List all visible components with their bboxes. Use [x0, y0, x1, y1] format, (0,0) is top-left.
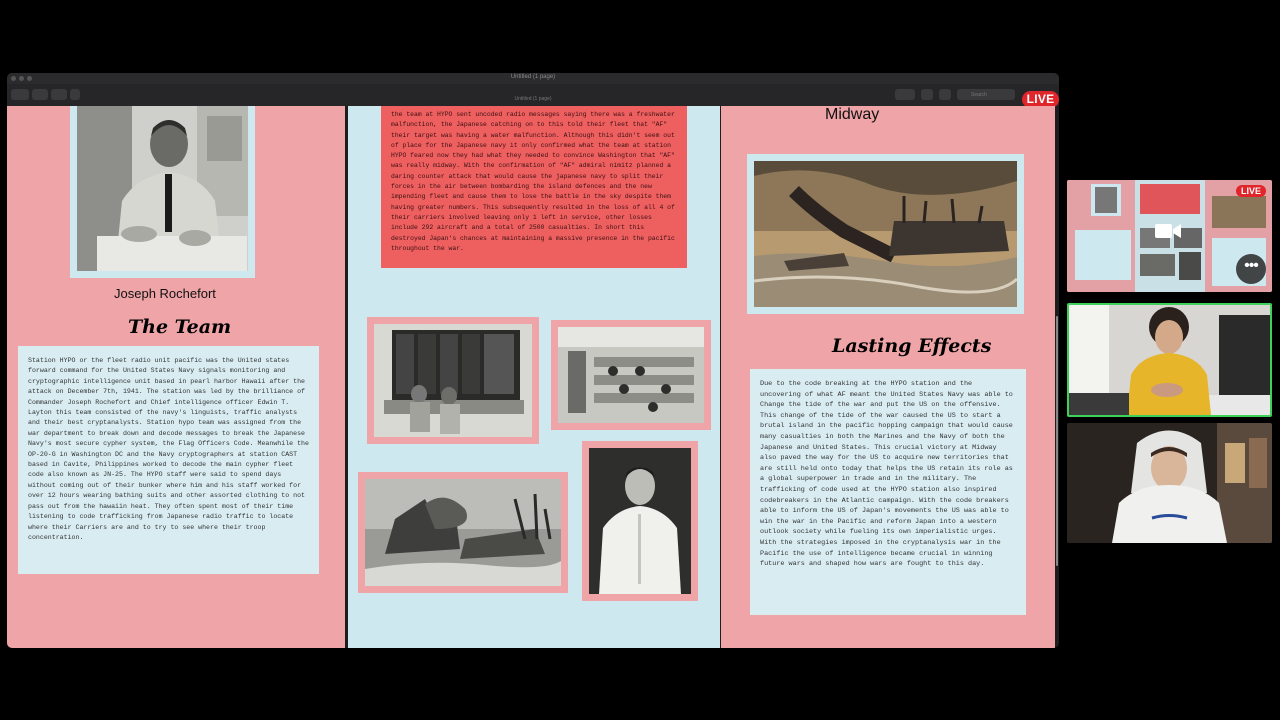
- middle-panel: the team at HYPO sent uncoded radio mess…: [348, 106, 720, 648]
- midway-story-box: the team at HYPO sent uncoded radio mess…: [381, 106, 687, 268]
- page-scrollbar[interactable]: [1056, 316, 1058, 566]
- left-panel: Joseph Rochefort The Team Station HYPO o…: [7, 106, 345, 648]
- decoding-office-photo: [558, 327, 704, 423]
- participant-yellow-hoodie-video: [1069, 305, 1270, 415]
- more-options-button[interactable]: •••: [1236, 254, 1266, 284]
- lasting-effects-heading: Lasting Effects: [832, 335, 992, 357]
- team-text-box: Station HYPO or the fleet radio unit pac…: [18, 346, 319, 574]
- title-bar: Untitled (1 page): [7, 73, 1059, 84]
- team-heading: The Team: [128, 316, 232, 338]
- pearl-harbor-photo: [365, 479, 561, 586]
- markup-button[interactable]: [895, 89, 915, 100]
- toolbar: Untitled (1 page) Search LIVE: [7, 84, 1059, 108]
- rochefort-portrait-frame: [70, 106, 255, 278]
- rotate-button[interactable]: [921, 89, 933, 100]
- participant-video-2[interactable]: [1067, 423, 1272, 543]
- radio-room-photo-frame: [367, 317, 539, 444]
- annotate-button[interactable]: [939, 89, 951, 100]
- thumbnail-live-badge: LIVE: [1235, 185, 1266, 197]
- right-panel: Midway Lasting Effects Due to the code b…: [721, 106, 1055, 648]
- search-field[interactable]: Search: [957, 89, 1015, 100]
- poster-page: Joseph Rochefort The Team Station HYPO o…: [7, 106, 1059, 648]
- screen: Untitled (1 page) Untitled (1 page) Sear…: [0, 0, 1280, 720]
- portrait-caption: Joseph Rochefort: [114, 286, 216, 301]
- decoding-office-photo-frame: [551, 320, 711, 430]
- radio-room-photo: [374, 324, 532, 437]
- pearl-harbor-photo-frame: [358, 472, 568, 593]
- participant-white-hoodie-video: [1067, 423, 1272, 543]
- officer-portrait-photo: [589, 448, 691, 594]
- participant-video-active-speaker[interactable]: [1067, 303, 1272, 417]
- screen-share-thumbnail[interactable]: LIVE •••: [1067, 180, 1272, 292]
- camera-icon: [1155, 224, 1181, 238]
- rochefort-portrait-image: [77, 106, 248, 271]
- midway-painting-image: [754, 161, 1017, 307]
- midway-heading: Midway: [825, 106, 880, 123]
- officer-portrait-frame: [582, 441, 698, 601]
- window-title: Untitled (1 page): [510, 74, 556, 80]
- lasting-effects-text-box: Due to the code breaking at the HYPO sta…: [750, 369, 1026, 615]
- shared-screen-window: Untitled (1 page) Untitled (1 page) Sear…: [7, 73, 1059, 648]
- midway-painting-frame: [747, 154, 1024, 314]
